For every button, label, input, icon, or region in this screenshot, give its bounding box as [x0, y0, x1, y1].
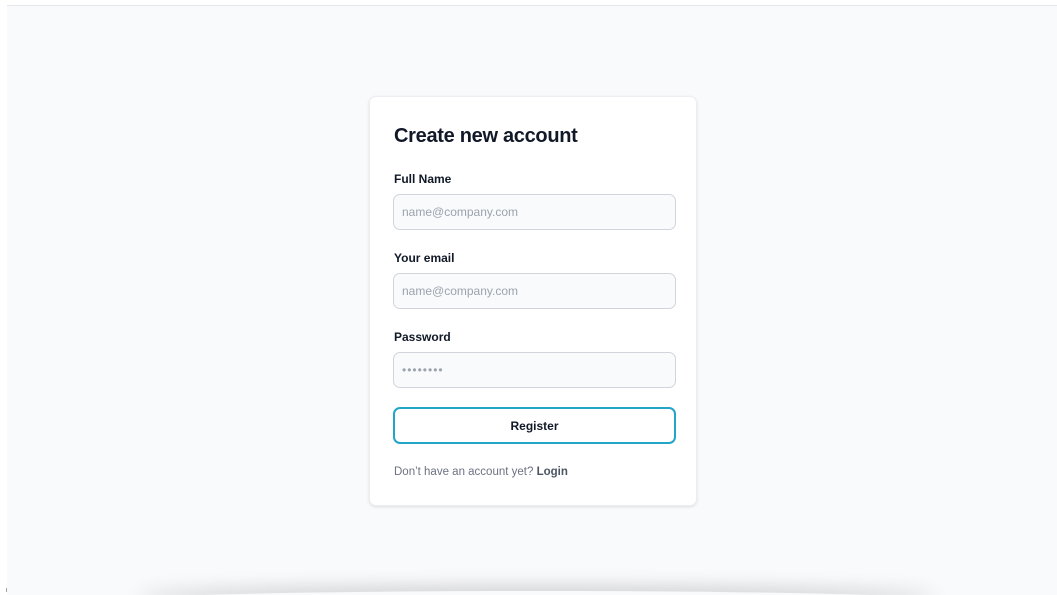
form-title: Create new account: [394, 125, 578, 147]
bottom-panel-shadow: [137, 591, 937, 595]
password-input[interactable]: [393, 352, 676, 388]
login-prompt-text: Don’t have an account yet?: [394, 466, 534, 478]
full-name-label: Full Name: [394, 172, 452, 186]
register-button[interactable]: Register: [393, 407, 676, 444]
register-card: Create new account Full Name Your email …: [369, 96, 697, 506]
email-label: Your email: [394, 251, 455, 265]
email-input[interactable]: [393, 273, 676, 309]
login-link[interactable]: Login: [537, 466, 568, 478]
edge-mark: [6, 588, 7, 592]
password-label: Password: [394, 330, 451, 344]
login-prompt: Don’t have an account yet? Login: [394, 466, 568, 478]
full-name-input[interactable]: [393, 194, 676, 230]
page-background: Create new account Full Name Your email …: [7, 5, 1057, 595]
